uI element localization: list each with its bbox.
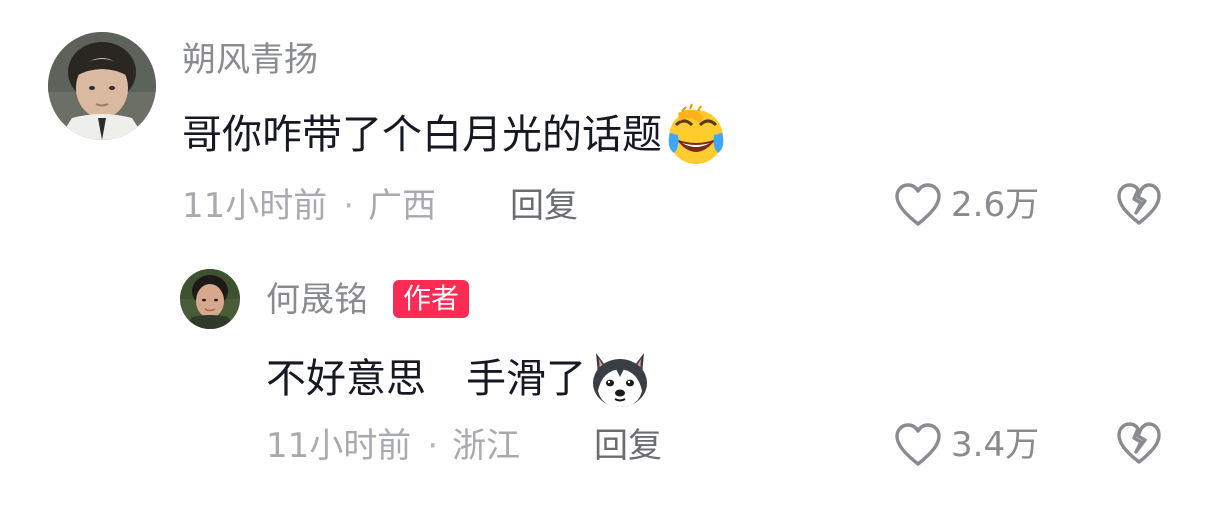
like-count: 2.6万 bbox=[951, 185, 1040, 225]
heart-outline-icon bbox=[893, 182, 943, 228]
reply-button[interactable]: 回复 bbox=[510, 186, 578, 226]
comment-meta: 11小时前 · 浙江 bbox=[266, 426, 520, 466]
broken-heart-icon bbox=[1115, 420, 1163, 466]
reply-button[interactable]: 回复 bbox=[594, 426, 662, 466]
comment-body: 哥你咋带了个白月光的话题 bbox=[182, 112, 662, 158]
comment-item: 朔风青扬 哥你咋带了个白月光的话题 11小时前 · 广西 回复 2.6万 bbox=[0, 0, 1220, 250]
comment-body: 不好意思 手滑了 bbox=[266, 356, 586, 402]
dislike-button[interactable] bbox=[1115, 420, 1163, 466]
comment-text: 不好意思 手滑了 bbox=[266, 347, 652, 411]
heart-outline-icon bbox=[893, 422, 943, 468]
laughing-crying-emoji-icon bbox=[664, 103, 728, 167]
avatar[interactable] bbox=[180, 269, 240, 329]
username[interactable]: 何晟铭 bbox=[266, 280, 368, 320]
like-button[interactable]: 3.4万 bbox=[893, 422, 1039, 468]
comment-meta: 11小时前 · 广西 bbox=[182, 186, 436, 226]
comment-text: 哥你咋带了个白月光的话题 bbox=[182, 103, 728, 167]
meta-separator: · bbox=[427, 426, 439, 466]
broken-heart-icon bbox=[1115, 181, 1163, 227]
location: 广西 bbox=[368, 186, 437, 226]
avatar[interactable] bbox=[48, 32, 156, 140]
dislike-button[interactable] bbox=[1115, 181, 1163, 227]
reply-item: 何晟铭 作者 不好意思 手滑了 11小时前 · 浙江 回复 3.4万 bbox=[0, 250, 1220, 505]
like-count: 3.4万 bbox=[951, 425, 1040, 465]
username[interactable]: 朔风青扬 bbox=[182, 40, 318, 80]
timestamp: 11小时前 bbox=[266, 426, 412, 466]
location: 浙江 bbox=[452, 426, 521, 466]
husky-dog-emoji-icon bbox=[588, 347, 652, 411]
meta-separator: · bbox=[343, 186, 355, 226]
timestamp: 11小时前 bbox=[182, 186, 328, 226]
author-badge: 作者 bbox=[393, 280, 470, 318]
like-button[interactable]: 2.6万 bbox=[893, 182, 1039, 228]
